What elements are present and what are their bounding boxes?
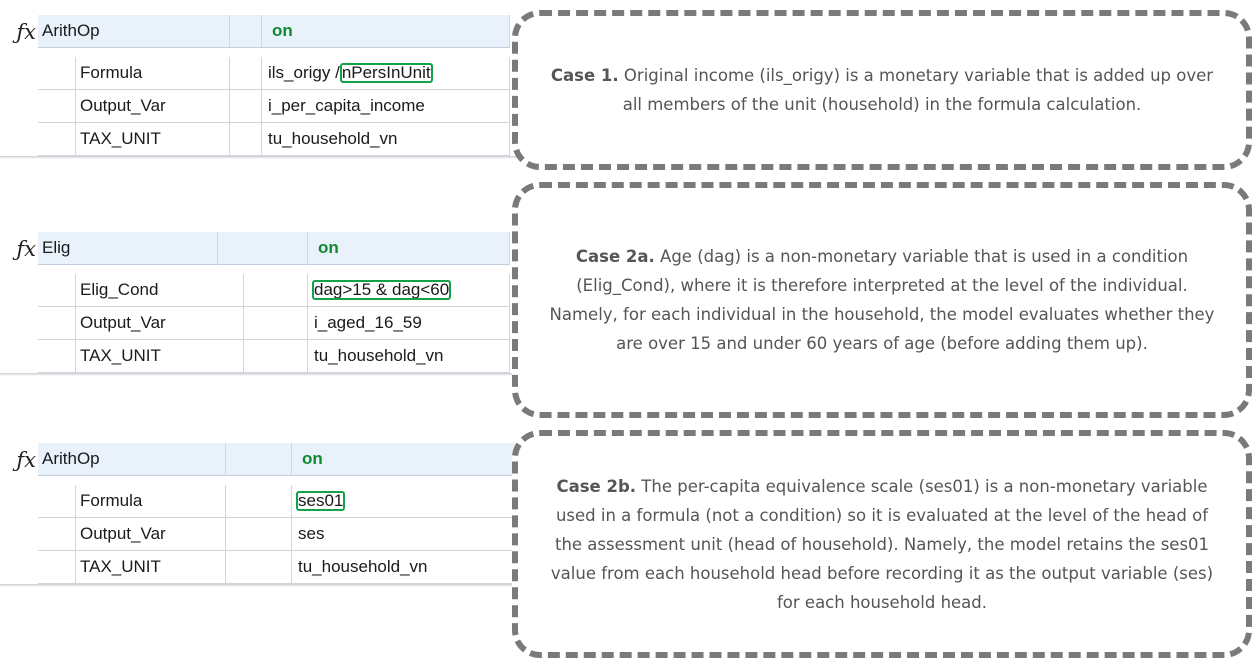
parameter-row[interactable]: TAX_UNIT tu_household_vn [0,123,520,156]
function-block-arithop-2: ƒx ArithOp on Formula ses01 Output_Var s… [0,443,520,613]
parameter-row[interactable]: TAX_UNIT tu_household_vn [0,551,520,584]
highlighted-value: nPersInUnit [339,63,433,83]
param-name: TAX_UNIT [76,340,244,373]
param-value[interactable]: i_per_capita_income [262,90,510,123]
function-name: ArithOp [38,443,226,476]
function-status[interactable]: on [262,15,510,48]
callout-body: Original income (ils_origy) is a monetar… [622,66,1214,114]
function-name: Elig [38,232,218,265]
callout-text: Case 2a. Age (dag) is a non-monetary var… [540,242,1224,358]
callout-heading: Case 2a. [575,247,655,266]
parameter-row[interactable]: Output_Var i_aged_16_59 [0,307,520,340]
function-block-elig: ƒx Elig on Elig_Cond dag>15 & dag<60 Out… [0,232,520,402]
callout-case-2a: Case 2a. Age (dag) is a non-monetary var… [512,182,1252,418]
function-header-row[interactable]: ƒx Elig on [0,232,520,265]
highlighted-value: ses01 [296,491,346,511]
param-value[interactable]: tu_household_vn [308,340,510,373]
function-name: ArithOp [38,15,230,48]
fx-icon: ƒx [0,232,38,265]
function-header-row[interactable]: ƒx ArithOp on [0,443,520,476]
function-block-arithop-1: ƒx ArithOp on Formula ils_origy / nPersIn… [0,15,720,185]
parameter-row[interactable]: TAX_UNIT tu_household_vn [0,340,520,373]
param-value[interactable]: tu_household_vn [262,123,510,156]
parameter-row[interactable]: Formula ils_origy / nPersInUnit [0,57,520,90]
table-shadow [0,584,520,587]
parameter-row[interactable]: Output_Var ses [0,518,520,551]
parameter-row[interactable]: Output_Var i_per_capita_income [0,90,520,123]
param-value[interactable]: ses01 [292,485,520,518]
fx-icon: ƒx [0,15,38,48]
param-name: Output_Var [76,90,230,123]
param-value[interactable]: dag>15 & dag<60 [308,274,510,307]
fx-icon: ƒx [0,443,38,476]
function-header-row[interactable]: ƒx ArithOp on [0,15,520,48]
callout-heading: Case 2b. [556,476,637,496]
highlighted-value: dag>15 & dag<60 [312,280,452,300]
value-text: ils_origy / [268,63,340,82]
param-name: Output_Var [76,518,226,551]
param-name: Output_Var [76,307,244,340]
callout-case-2b: Case 2b. The per-capita equivalence scal… [512,430,1252,658]
param-value[interactable]: ils_origy / nPersInUnit [262,57,510,90]
param-name: TAX_UNIT [76,551,226,584]
callout-text: Case 2b. The per-capita equivalence scal… [540,472,1224,617]
function-status[interactable]: on [292,443,520,476]
header-spacer [218,232,308,265]
param-value[interactable]: ses [292,518,520,551]
table-shadow [0,373,520,376]
param-value[interactable]: tu_household_vn [292,551,520,584]
callout-body: The per-capita equivalence scale (ses01)… [550,476,1214,612]
callout-case-1: Case 1. Original income (ils_origy) is a… [512,10,1252,170]
parameter-row[interactable]: Elig_Cond dag>15 & dag<60 [0,274,520,307]
param-name: TAX_UNIT [76,123,230,156]
param-name: Elig_Cond [76,274,244,307]
header-spacer [226,443,292,476]
callout-text: Case 1. Original income (ils_origy) is a… [540,61,1224,119]
callout-heading: Case 1. [550,66,619,85]
param-name: Formula [76,57,230,90]
param-name: Formula [76,485,226,518]
header-spacer [230,15,262,48]
param-value[interactable]: i_aged_16_59 [308,307,510,340]
parameter-row[interactable]: Formula ses01 [0,485,520,518]
function-status[interactable]: on [308,232,510,265]
